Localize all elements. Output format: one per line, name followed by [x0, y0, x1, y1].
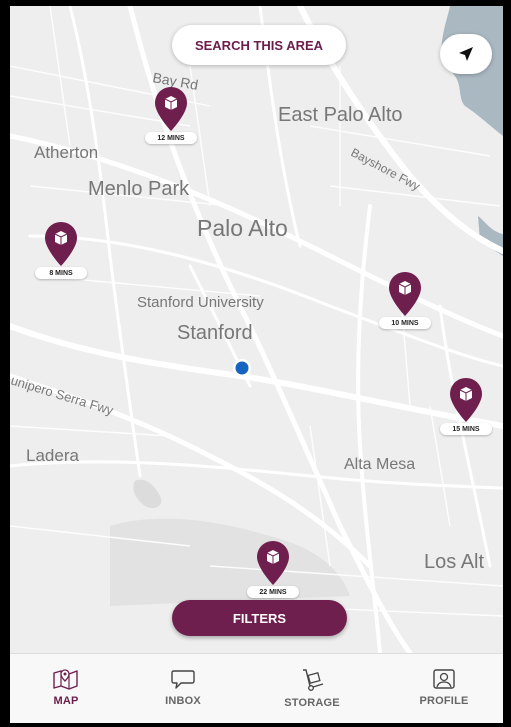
tab-map-label: MAP — [53, 695, 79, 707]
map-label-palo-alto: Palo Alto — [197, 215, 288, 241]
bottom-tab-bar: MAP INBOX STORAGE PROFILE — [10, 653, 503, 723]
tab-profile[interactable]: PROFILE — [394, 654, 494, 723]
tab-map[interactable]: MAP — [16, 654, 116, 723]
storage-pin-marker — [45, 222, 77, 266]
map-icon — [53, 669, 78, 690]
storage-pin-marker — [257, 541, 289, 585]
filters-button[interactable]: FILTERS — [172, 600, 347, 636]
search-this-area-button[interactable]: SEARCH THIS AREA — [172, 25, 346, 65]
map-label-east-palo-alto: East Palo Alto — [278, 104, 403, 126]
chat-icon — [171, 670, 195, 689]
navigation-arrow-icon — [459, 47, 473, 61]
locate-me-button[interactable] — [440, 34, 492, 74]
storage-pin[interactable]: 10 MINS — [379, 271, 431, 333]
map-label-alta-mesa: Alta Mesa — [344, 456, 415, 473]
storage-pin-marker — [389, 272, 421, 316]
storage-pin-marker — [450, 378, 482, 422]
map-label-ladera: Ladera — [26, 446, 79, 465]
box-icon — [398, 281, 412, 295]
box-icon — [164, 96, 178, 110]
map-label-stanford-university: Stanford University — [137, 294, 264, 311]
storage-pin[interactable]: 15 MINS — [440, 377, 492, 439]
hand-truck-icon — [303, 669, 324, 691]
tab-inbox-label: INBOX — [165, 695, 201, 707]
travel-time-badge: 12 MINS — [145, 132, 197, 144]
travel-time-badge: 15 MINS — [440, 423, 492, 435]
tab-storage-label: STORAGE — [284, 697, 340, 709]
app-screen: Bay Rd East Palo Alto Atherton Menlo Par… — [10, 6, 503, 723]
map-label-menlo-park: Menlo Park — [88, 178, 190, 200]
device-frame: Bay Rd East Palo Alto Atherton Menlo Par… — [0, 0, 511, 727]
map-label-stanford: Stanford — [177, 322, 253, 344]
map-label-atherton: Atherton — [34, 143, 98, 162]
storage-pin[interactable]: 8 MINS — [35, 221, 87, 283]
travel-time-badge: 8 MINS — [35, 267, 87, 279]
tab-storage[interactable]: STORAGE — [262, 654, 362, 723]
box-icon — [459, 387, 473, 401]
tab-profile-label: PROFILE — [419, 695, 469, 707]
travel-time-badge: 22 MINS — [247, 586, 299, 598]
travel-time-badge: 10 MINS — [379, 317, 431, 329]
storage-pin[interactable]: 22 MINS — [247, 540, 299, 602]
storage-pin-marker — [155, 87, 187, 131]
tab-inbox[interactable]: INBOX — [133, 654, 233, 723]
map-label-los-altos: Los Alt — [424, 551, 484, 573]
profile-icon — [433, 669, 455, 689]
box-icon — [54, 231, 68, 245]
storage-pin[interactable]: 12 MINS — [145, 86, 197, 148]
